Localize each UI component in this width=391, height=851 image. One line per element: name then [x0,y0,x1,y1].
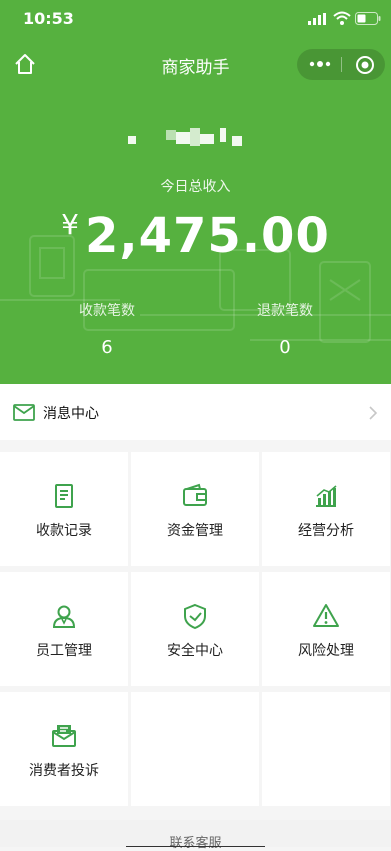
cellular-signal-icon [308,13,326,25]
merchant-name-obscured [0,128,391,154]
menu-label: 经营分析 [298,523,354,539]
menu-item-staff-management[interactable]: 员工管理 [0,572,128,686]
miniprogram-capsule [297,49,385,80]
menu-empty-cell [131,692,259,806]
footer: 联系客服 [0,820,391,851]
user-icon [52,605,76,628]
menu-item-security-center[interactable]: 安全中心 [131,572,259,686]
menu-empty-cell [262,692,390,806]
warning-icon [313,604,339,627]
shield-icon [184,603,206,630]
capsule-divider [341,57,342,72]
mail-icon [13,404,35,421]
wifi-icon [333,11,351,25]
message-center-label: 消息中心 [43,406,99,422]
status-bar: 10:53 [0,0,391,38]
menu-item-business-analysis[interactable]: 经营分析 [262,452,390,566]
bar-chart-icon [316,485,337,507]
menu-label: 员工管理 [36,643,92,659]
menu-item-fund-management[interactable]: 资金管理 [131,452,259,566]
more-icon[interactable] [309,59,331,69]
refund-count-label: 退款笔数 [257,303,313,319]
close-miniprogram-icon[interactable] [355,55,375,75]
menu-label: 收款记录 [36,523,92,539]
menu-item-payment-records[interactable]: 收款记录 [0,452,128,566]
message-center-row[interactable]: 消息中心 [0,384,391,440]
wallet-icon [183,483,207,506]
menu-label: 安全中心 [167,643,223,659]
nav-bar: 商家助手 [0,42,391,86]
battery-icon [355,12,381,25]
menu-item-consumer-complaints[interactable]: 消费者投诉 [0,692,128,806]
menu-label: 消费者投诉 [29,763,99,779]
income-caption: 今日总收入 [160,179,231,195]
menu-item-risk-handling[interactable]: 风险处理 [262,572,390,686]
status-time: 10:53 [23,9,74,28]
received-count-value: 6 [101,337,113,358]
amount-value: 2,475.00 [84,208,330,264]
currency-symbol: ¥ [61,208,79,241]
summary-header: 10:53 商家助手 今日总收入 ¥ 2,475.00 收款笔数 6 退款笔数 … [0,0,391,384]
chevron-right-icon [369,406,378,420]
menu-label: 风险处理 [298,643,354,659]
contact-support-link[interactable]: 联系客服 [0,832,391,851]
income-amount: ¥2,475.00 [0,208,391,264]
refund-count-value: 0 [279,337,291,358]
menu-label: 资金管理 [167,523,223,539]
receipt-icon [55,484,73,508]
received-count-label: 收款笔数 [79,303,135,319]
complaint-mail-icon [52,725,76,747]
